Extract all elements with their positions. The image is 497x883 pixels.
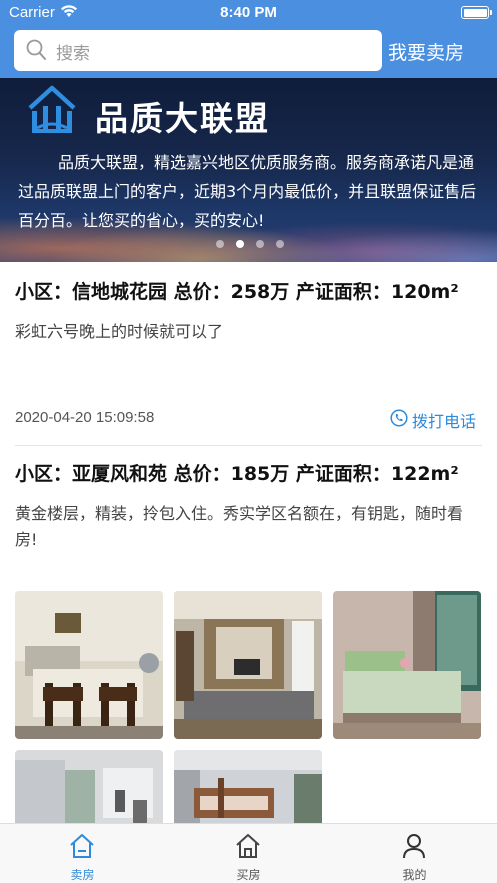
tab-profile[interactable]: 我的 [332,824,497,883]
house-icon [236,834,260,858]
search-placeholder: 搜索 [56,44,90,64]
pagination-dot[interactable] [236,240,244,248]
banner-pagination [216,240,286,250]
tab-label: 我的 [402,868,427,882]
building-logo-icon [28,85,76,133]
banner-title: 品质大联盟 [95,99,270,138]
promo-banner[interactable]: 品质大联盟 品质大联盟，精选嘉兴地区优质服务商。服务商承诺凡是通过品质联盟上门的… [0,78,497,262]
listing-description: 彩虹六号晚上的时候就可以了 [15,322,224,341]
bedroom-photo[interactable] [333,591,481,739]
listing-card[interactable]: 小区：亚厦风和苑 总价：185万 产证面积：122m² 黄金楼层，精装，拎包入住… [15,460,482,553]
call-button-label: 拨打电话 [412,412,477,431]
pagination-dot[interactable] [256,240,264,248]
call-button[interactable]: 拨打电话 [390,408,477,432]
listing-date: 2020-04-20 15:09:58 [15,409,155,426]
top-bar: Carrier 8:40 PM 搜索 我要卖房 [0,0,497,78]
sell-house-button[interactable]: 我要卖房 [388,38,464,65]
tab-bar: 卖房 买房 我的 [0,823,497,883]
search-icon [26,39,46,60]
banner-text: 品质大联盟，精选嘉兴地区优质服务商。服务商承诺凡是通过品质联盟上门的客户，近期3… [18,153,477,230]
living-room-photo[interactable] [174,591,322,739]
battery-icon [461,6,492,19]
status-time: 8:40 PM [220,4,277,21]
status-bar: Carrier 8:40 PM [0,0,497,26]
listing-title: 小区：信地城花园 总价：258万 产证面积：120m² [15,281,459,303]
bunk-bed-room-photo[interactable] [174,750,322,823]
bathroom-photo[interactable] [15,750,163,823]
listing-title: 小区：亚厦风和苑 总价：185万 产证面积：122m² [15,463,459,485]
tab-buy[interactable]: 买房 [166,824,331,883]
divider [15,445,482,446]
pagination-dot[interactable] [216,240,224,248]
listing-card[interactable]: 小区：信地城花园 总价：258万 产证面积：120m² 彩虹六号晚上的时候就可以… [15,278,482,345]
phone-icon [390,409,408,427]
dining-room-photo[interactable] [15,591,163,739]
listing-description: 黄金楼层，精装，拎包入住。秀实学区名额在，有钥匙，随时看房! [15,504,464,549]
search-input[interactable]: 搜索 [14,30,382,71]
tab-label: 买房 [236,868,261,882]
listing-feed[interactable]: 小区：信地城花园 总价：258万 产证面积：120m² 彩虹六号晚上的时候就可以… [0,262,497,823]
tab-sell[interactable]: 卖房 [0,824,165,883]
house-icon [70,834,94,858]
pagination-dot[interactable] [276,240,284,248]
person-icon [403,834,425,859]
tab-label: 卖房 [70,868,95,882]
